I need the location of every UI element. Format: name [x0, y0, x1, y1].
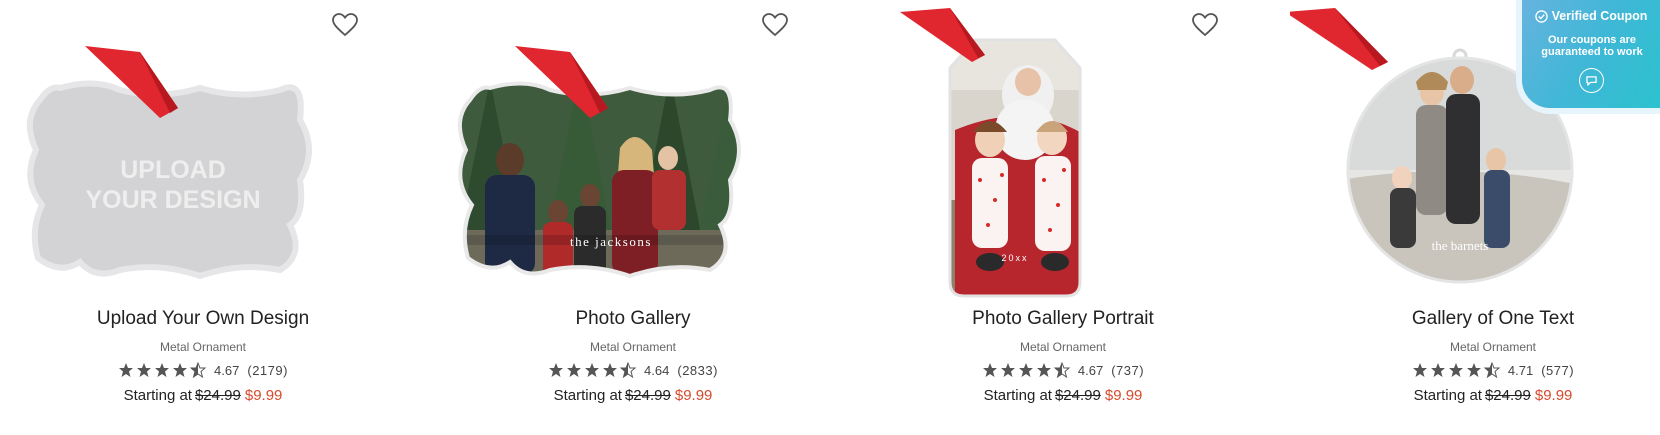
original-price: $24.99	[194, 387, 241, 404]
product-rating: 4.67 (2179)	[0, 362, 406, 378]
product-rating: 4.67 (737)	[860, 362, 1266, 378]
product-type: Metal Ornament	[1019, 340, 1107, 354]
product-name[interactable]: Upload Your Own Design	[0, 308, 406, 330]
review-count[interactable]: (2833)	[677, 363, 718, 378]
star-icon	[137, 363, 152, 377]
chat-bubble-icon[interactable]	[1579, 68, 1604, 93]
favorite-heart-icon[interactable]	[762, 13, 788, 37]
product-rating: 4.71 (577)	[1290, 362, 1660, 378]
rating-score: 4.71	[1507, 362, 1534, 378]
product-name[interactable]: Photo Gallery Portrait	[860, 308, 1266, 330]
star-icon	[1430, 363, 1445, 377]
product-price: Starting at $24.99 $9.99	[430, 387, 836, 404]
price-prefix: Starting at	[123, 387, 192, 404]
product-type: Metal Ornament	[1449, 340, 1537, 354]
product-name[interactable]: Gallery of One Text	[1290, 308, 1660, 330]
star-rating	[982, 362, 1070, 378]
review-count[interactable]: (2179)	[247, 363, 288, 378]
star-icon	[173, 363, 188, 377]
original-price: $24.99	[1484, 387, 1531, 404]
star-icon	[1000, 363, 1015, 377]
half-star-icon	[620, 362, 637, 378]
upload-text-line2: YOUR DESIGN	[85, 186, 260, 214]
photo-caption: the jacksons	[570, 234, 652, 249]
coupon-message: Our coupons are guaranteed to work	[1541, 34, 1643, 58]
star-icon	[549, 363, 564, 377]
product-name[interactable]: Photo Gallery	[430, 308, 836, 330]
photo-caption: 20xx	[1001, 253, 1028, 263]
verified-coupon-badge[interactable]: Verified Coupon Our coupons are guarante…	[1522, 0, 1660, 108]
rating-score: 4.64	[644, 362, 670, 378]
sale-price: $9.99	[244, 387, 283, 404]
product-image[interactable]: 20xx	[860, 0, 1266, 305]
product-card-photo-gallery[interactable]: the jacksons Photo Gallery Metal Ornamen…	[430, 0, 836, 435]
price-prefix: Starting at	[1413, 387, 1482, 404]
star-icon	[1036, 363, 1051, 377]
rating-score: 4.67	[214, 362, 240, 378]
product-price: Starting at $24.99 $9.99	[1290, 387, 1660, 404]
rating-score: 4.67	[1077, 362, 1104, 378]
product-rating: 4.64 (2833)	[430, 362, 836, 378]
photo-caption: the barnets	[1432, 238, 1489, 253]
price-prefix: Starting at	[553, 387, 622, 404]
half-star-icon	[1483, 362, 1500, 378]
star-icon	[982, 363, 997, 377]
star-icon	[567, 363, 582, 377]
coupon-title: Verified Coupon	[1551, 9, 1648, 23]
upload-text-line1: UPLOAD	[120, 156, 226, 184]
coupon-title-row: Verified Coupon	[1522, 9, 1660, 23]
product-card-photo-gallery-portrait[interactable]: 20xx Photo Gallery Portrait Metal Orname…	[860, 0, 1266, 435]
favorite-heart-icon[interactable]	[1192, 13, 1218, 37]
product-image[interactable]: the jacksons	[430, 0, 836, 305]
review-count[interactable]: (737)	[1111, 363, 1144, 378]
product-price: Starting at $24.99 $9.99	[0, 387, 406, 404]
product-card-upload-your-own-design[interactable]: UPLOAD YOUR DESIGN Upload Your Own Desig…	[0, 0, 406, 435]
family-photo	[459, 83, 739, 276]
product-type: Metal Ornament	[589, 340, 677, 354]
original-price: $24.99	[1054, 387, 1101, 404]
price-prefix: Starting at	[983, 387, 1052, 404]
star-icon	[119, 363, 134, 377]
star-icon	[1018, 363, 1033, 377]
product-type: Metal Ornament	[159, 340, 247, 354]
santa-photo	[950, 40, 1080, 296]
star-rating	[1412, 362, 1500, 378]
sale-price: $9.99	[1104, 387, 1143, 404]
sale-price: $9.99	[1534, 387, 1573, 404]
half-star-icon	[190, 362, 207, 378]
star-icon	[1448, 363, 1463, 377]
ribbon	[900, 8, 985, 62]
review-count[interactable]: (577)	[1541, 363, 1574, 378]
ribbon	[1290, 8, 1388, 70]
sale-price: $9.99	[674, 387, 713, 404]
product-price: Starting at $24.99 $9.99	[860, 387, 1266, 404]
original-price: $24.99	[624, 387, 671, 404]
favorite-heart-icon[interactable]	[332, 13, 358, 37]
star-icon	[1466, 363, 1481, 377]
star-icon	[155, 363, 170, 377]
star-rating	[548, 362, 637, 378]
star-icon	[603, 363, 618, 377]
star-icon	[1412, 363, 1427, 377]
check-circle-icon	[1534, 9, 1548, 23]
star-icon	[585, 363, 600, 377]
product-image[interactable]: UPLOAD YOUR DESIGN	[0, 0, 406, 305]
half-star-icon	[1053, 362, 1070, 378]
star-rating	[118, 362, 207, 378]
